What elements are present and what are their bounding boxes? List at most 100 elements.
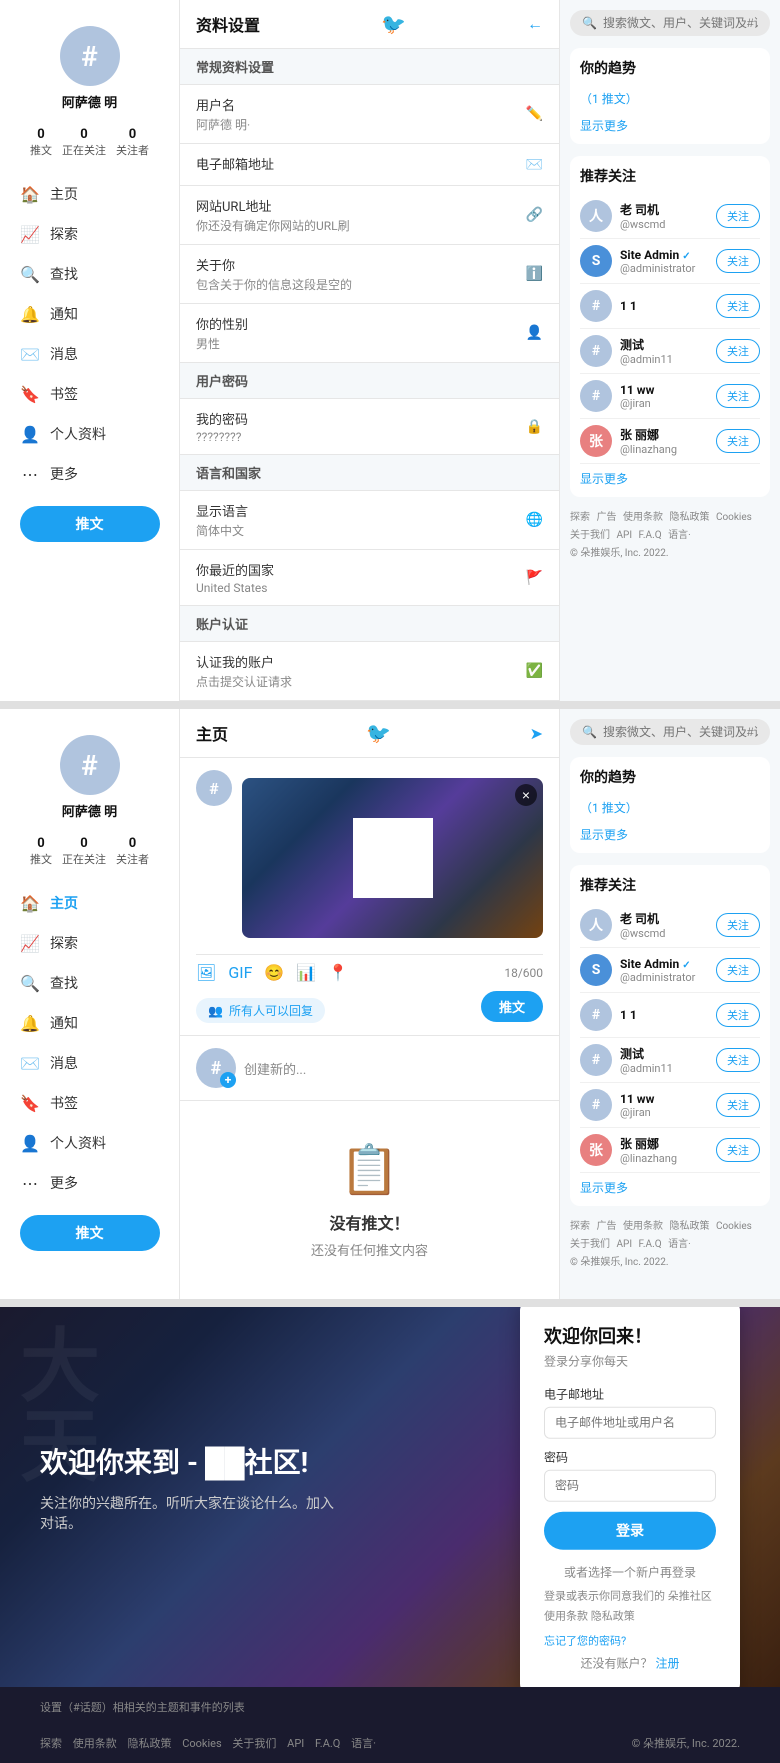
follow-btn-h5[interactable]: 关注 bbox=[716, 1093, 760, 1117]
sidebar-item-home-2[interactable]: 🏠 主页 bbox=[0, 883, 179, 923]
footer-link-explore[interactable]: 探索 bbox=[570, 512, 590, 523]
sidebar-item-notify[interactable]: 🔔 通知 bbox=[0, 294, 179, 334]
gif-icon[interactable]: GIF bbox=[228, 963, 252, 982]
password-input[interactable] bbox=[544, 1470, 716, 1502]
setting-password[interactable]: 我的密码 ???????? 🔒 bbox=[180, 399, 559, 455]
setting-email[interactable]: 电子邮箱地址 ✉️ bbox=[180, 144, 559, 186]
location-icon[interactable]: 📍 bbox=[328, 963, 348, 982]
footer-link-cookies-2[interactable]: Cookies bbox=[716, 1221, 752, 1232]
footer-link-api-2[interactable]: API bbox=[616, 1239, 632, 1250]
sidebar-item-message[interactable]: ✉️ 消息 bbox=[0, 334, 179, 374]
sidebar-item-home[interactable]: 🏠 主页 bbox=[0, 174, 179, 214]
sidebar-item-bookmark[interactable]: 🔖 书签 bbox=[0, 374, 179, 414]
footer-link-cookies[interactable]: Cookies bbox=[716, 512, 752, 523]
sidebar-item-explore-2[interactable]: 📈 探索 bbox=[0, 923, 179, 963]
landing-footer-about[interactable]: 关于我们 bbox=[232, 1737, 276, 1750]
register-link[interactable]: 注册 bbox=[655, 1656, 679, 1670]
sidebar-item-more[interactable]: ⋯ 更多 bbox=[0, 454, 179, 494]
sidebar-item-search[interactable]: 🔍 查找 bbox=[0, 254, 179, 294]
show-more-trends[interactable]: 显示更多 bbox=[580, 117, 760, 134]
login-button[interactable]: 登录 bbox=[544, 1512, 716, 1550]
follow-user-h3: # 1 1 关注 bbox=[580, 993, 760, 1038]
poll-icon[interactable]: 📊 bbox=[296, 963, 316, 982]
send-icon[interactable]: ➤ bbox=[530, 724, 543, 743]
sidebar-item-explore[interactable]: 📈 探索 bbox=[0, 214, 179, 254]
follow-btn-h3[interactable]: 关注 bbox=[716, 1003, 760, 1027]
footer-link-terms-2[interactable]: 使用条款 bbox=[623, 1221, 663, 1232]
search-icon-2: 🔍 bbox=[20, 974, 40, 993]
setting-gender[interactable]: 你的性别 男性 👤 bbox=[180, 304, 559, 363]
footer-link-faq[interactable]: F.A.Q bbox=[639, 530, 662, 541]
video-close-button[interactable]: × bbox=[515, 784, 537, 806]
setting-country[interactable]: 你最近的国家 United States 🚩 bbox=[180, 550, 559, 606]
footer-link-privacy[interactable]: 隐私政策 bbox=[669, 512, 709, 523]
follow-btn-h1[interactable]: 关注 bbox=[716, 913, 760, 937]
footer-link-ads-2[interactable]: 广告 bbox=[596, 1221, 616, 1232]
footer-link-lang[interactable]: 语言· bbox=[668, 530, 691, 541]
landing-footer-faq[interactable]: F.A.Q bbox=[315, 1737, 340, 1750]
setting-language[interactable]: 显示语言 简体中文 🌐 bbox=[180, 491, 559, 550]
forgot-password-link[interactable]: 忘记了您的密码? bbox=[544, 1632, 716, 1648]
follow-user-h1: 人 老 司机 @wscmd 关注 bbox=[580, 903, 760, 948]
landing-footer-privacy[interactable]: 隐私政策 bbox=[127, 1737, 171, 1750]
setting-about[interactable]: 关于你 包含关于你的信息这段是空的 ℹ️ bbox=[180, 245, 559, 304]
back-button[interactable]: ← bbox=[527, 14, 543, 34]
landing-footer-explore[interactable]: 探索 bbox=[40, 1737, 62, 1750]
sidebar-item-search-2[interactable]: 🔍 查找 bbox=[0, 963, 179, 1003]
tweet-button-2[interactable]: 推文 bbox=[20, 1215, 160, 1251]
search-input-2[interactable] bbox=[603, 725, 758, 739]
follow-btn-6[interactable]: 关注 bbox=[716, 429, 760, 453]
settings-section: # 阿萨德 明 0 推文 0 正在关注 0 关注者 🏠 主页 📈 bbox=[0, 0, 780, 701]
follow-btn-h6[interactable]: 关注 bbox=[716, 1138, 760, 1162]
reply-setting[interactable]: 👥 所有人可以回复 bbox=[196, 998, 325, 1023]
search-input[interactable] bbox=[603, 16, 758, 30]
follow-btn-3[interactable]: 关注 bbox=[716, 294, 760, 318]
setting-username[interactable]: 用户名 阿萨德 明· ✏️ bbox=[180, 85, 559, 144]
landing-footer-lang[interactable]: 语言· bbox=[351, 1737, 376, 1750]
footer-link-ads[interactable]: 广告 bbox=[596, 512, 616, 523]
follow-user-h2: S Site Admin ✓ @administrator 关注 bbox=[580, 948, 760, 993]
settings-main: 资料设置 🐦 ← 常规资料设置 用户名 阿萨德 明· ✏️ 电子邮箱地址 ✉️ … bbox=[180, 0, 560, 701]
follow-btn-h2[interactable]: 关注 bbox=[716, 958, 760, 982]
email-input[interactable] bbox=[544, 1407, 716, 1439]
landing-footer-terms[interactable]: 使用条款 bbox=[73, 1737, 117, 1750]
landing-footer-api[interactable]: API bbox=[287, 1737, 304, 1750]
tweet-button[interactable]: 推文 bbox=[20, 506, 160, 542]
footer-link-faq-2[interactable]: F.A.Q bbox=[639, 1239, 662, 1250]
reply-label: 所有人可以回复 bbox=[229, 1002, 313, 1019]
sidebar-item-profile[interactable]: 👤 个人资料 bbox=[0, 414, 179, 454]
search-box-2[interactable]: 🔍 bbox=[570, 719, 770, 745]
sidebar-item-profile-2[interactable]: 👤 个人资料 bbox=[0, 1123, 179, 1163]
show-more-trends-2[interactable]: 显示更多 bbox=[580, 826, 760, 843]
video-white-area bbox=[353, 818, 433, 898]
show-more-follow[interactable]: 显示更多 bbox=[580, 470, 760, 487]
emoji-icon[interactable]: 😊 bbox=[264, 963, 284, 982]
follow-title: 推荐关注 bbox=[580, 166, 760, 186]
create-new-area[interactable]: # + 创建新的... bbox=[180, 1036, 559, 1101]
setting-verify[interactable]: 认证我的账户 点击提交认证请求 ✅ bbox=[180, 642, 559, 701]
footer-link-explore-2[interactable]: 探索 bbox=[570, 1221, 590, 1232]
landing-desc-area: 设置（#话题）相相关的主题和事件的列表 bbox=[0, 1687, 780, 1723]
follow-btn-1[interactable]: 关注 bbox=[716, 204, 760, 228]
sidebar-item-more-2[interactable]: ⋯ 更多 bbox=[0, 1163, 179, 1203]
landing-footer-cookies[interactable]: Cookies bbox=[182, 1737, 221, 1750]
footer-link-lang-2[interactable]: 语言· bbox=[668, 1239, 691, 1250]
follow-btn-2[interactable]: 关注 bbox=[716, 249, 760, 273]
sidebar-item-bookmark-2[interactable]: 🔖 书签 bbox=[0, 1083, 179, 1123]
follow-btn-5[interactable]: 关注 bbox=[716, 384, 760, 408]
footer-link-about[interactable]: 关于我们 bbox=[570, 530, 610, 541]
submit-tweet-button[interactable]: 推文 bbox=[481, 991, 543, 1022]
footer-link-api[interactable]: API bbox=[616, 530, 632, 541]
show-more-follow-2[interactable]: 显示更多 bbox=[580, 1179, 760, 1196]
footer-link-about-2[interactable]: 关于我们 bbox=[570, 1239, 610, 1250]
search-box[interactable]: 🔍 bbox=[570, 10, 770, 36]
sidebar-item-message-2[interactable]: ✉️ 消息 bbox=[0, 1043, 179, 1083]
sidebar-item-notify-2[interactable]: 🔔 通知 bbox=[0, 1003, 179, 1043]
follow-btn-h4[interactable]: 关注 bbox=[716, 1048, 760, 1072]
footer-link-terms[interactable]: 使用条款 bbox=[623, 512, 663, 523]
follow-btn-4[interactable]: 关注 bbox=[716, 339, 760, 363]
setting-website[interactable]: 网站URL地址 你还没有确定你网站的URL刷 🔗 bbox=[180, 186, 559, 245]
image-icon[interactable]: 🖼 bbox=[196, 963, 216, 982]
right-sidebar-settings: 🔍 你的趋势 （1 推文） 显示更多 推荐关注 人 老 司机 @wscmd 关注 bbox=[560, 0, 780, 701]
footer-link-privacy-2[interactable]: 隐私政策 bbox=[669, 1221, 709, 1232]
